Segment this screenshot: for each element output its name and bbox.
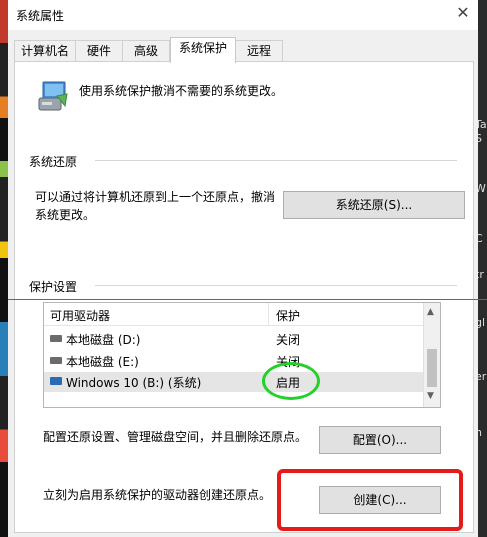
drive-row[interactable]: 本地磁盘 (E:) 关闭 [44, 351, 424, 371]
group-divider [95, 285, 457, 286]
drive-protection-state: 关闭 [276, 333, 301, 347]
system-protection-panel: 使用系统保护撤消不需要的系统更改。 系统还原 可以通过将计算机还原到上一个还原点… [14, 61, 474, 533]
drive-row-selected[interactable]: Windows 10 (B:) (系统) 启用 [44, 372, 424, 392]
restore-description: 可以通过将计算机还原到上一个还原点，撤消 系统更改。 [35, 190, 276, 222]
column-header-drive[interactable]: 可用驱动器 [50, 307, 110, 324]
system-drive-icon [50, 377, 62, 385]
list-scrollbar[interactable]: ▲ ▼ [423, 303, 440, 407]
drive-name: 本地磁盘 (E:) [66, 355, 139, 369]
tab-advanced[interactable]: 高级 [122, 40, 170, 62]
title-bar[interactable]: 系统属性 ✕ [8, 0, 478, 30]
desktop-background-left [0, 0, 8, 537]
list-header: 可用驱动器 保护 [44, 303, 424, 326]
intro-text: 使用系统保护撤消不需要的系统更改。 [79, 84, 284, 98]
drive-list[interactable]: 可用驱动器 保护 本地磁盘 (D:) 关闭 本地磁盘 (E:) 关闭 Windo… [43, 302, 441, 408]
configure-description: 配置还原设置、管理磁盘空间，并且删除还原点。 [43, 430, 308, 444]
hard-drive-icon [50, 357, 62, 364]
tab-hardware[interactable]: 硬件 [75, 40, 123, 62]
system-properties-window: 系统属性 ✕ 计算机名 硬件 高级 系统保护 远程 使用系统保护撤消不需要的系统… [8, 0, 478, 537]
drive-row[interactable]: 本地磁盘 (D:) 关闭 [44, 329, 424, 349]
annotation-green-circle [262, 362, 320, 400]
column-header-protection[interactable]: 保护 [276, 307, 300, 324]
annotation-red-box [277, 469, 463, 531]
scroll-thumb[interactable] [427, 349, 437, 387]
system-protection-icon [38, 81, 68, 111]
tab-system-protection[interactable]: 系统保护 [170, 37, 236, 63]
close-icon[interactable]: ✕ [454, 4, 472, 22]
drive-name: Windows 10 (B:) (系统) [66, 376, 202, 390]
group-divider [95, 160, 457, 161]
scroll-up-arrow-icon[interactable]: ▲ [427, 307, 434, 317]
drive-name: 本地磁盘 (D:) [66, 333, 141, 347]
system-restore-button[interactable]: 系统还原(S)... [283, 191, 465, 219]
tab-computer-name[interactable]: 计算机名 [14, 40, 76, 62]
hard-drive-icon [50, 335, 62, 342]
create-description: 立刻为启用系统保护的驱动器创建还原点。 [43, 488, 272, 502]
group-title-protection: 保护设置 [29, 280, 78, 294]
configure-button[interactable]: 配置(O)... [319, 426, 441, 454]
column-separator [268, 303, 269, 325]
window-title: 系统属性 [16, 9, 65, 23]
annotation-red-line [8, 299, 487, 300]
scroll-down-arrow-icon[interactable]: ▼ [427, 391, 434, 401]
tab-remote[interactable]: 远程 [235, 40, 283, 62]
group-title-restore: 系统还原 [29, 155, 78, 169]
